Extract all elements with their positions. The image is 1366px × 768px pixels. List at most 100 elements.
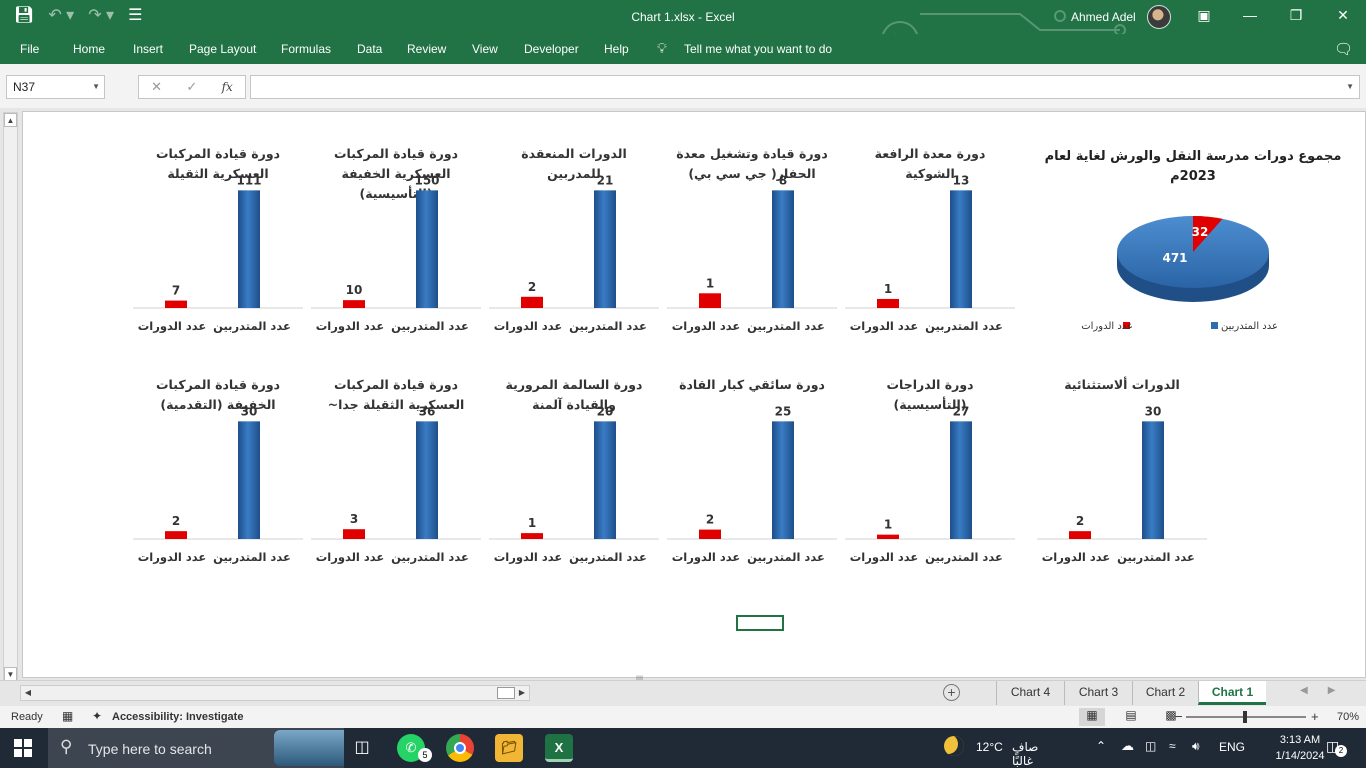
bar-trainees	[594, 190, 616, 308]
tab-data[interactable]: Data	[357, 42, 382, 56]
lightbulb-icon[interactable]: 💡︎	[657, 40, 667, 57]
wifi-icon[interactable]: ≈	[1169, 739, 1176, 753]
formula-input[interactable]: ▼	[250, 75, 1360, 99]
charts-canvas[interactable]: مجموع دورات مدرسة النقل والورش لغاية لعا…	[23, 112, 1366, 679]
zoom-knob[interactable]	[1243, 711, 1247, 723]
scroll-left-icon[interactable]: ◀	[21, 686, 35, 700]
comments-icon[interactable]: 🗨︎	[1334, 40, 1353, 58]
pie-data-label: 32	[1192, 225, 1209, 239]
zoom-in-icon[interactable]: +	[1311, 709, 1319, 724]
cancel-icon[interactable]: ✕	[151, 79, 162, 95]
notifications-icon[interactable]: ◫ 2	[1326, 738, 1347, 757]
weather-text[interactable]: صافٍ غالبًا	[1012, 740, 1038, 768]
tell-me-search[interactable]: Tell me what you want to do	[684, 42, 832, 56]
bar-courses	[343, 300, 365, 308]
bar-data-label: 150	[414, 173, 439, 187]
bar-chart-title: دورة قيادة المركبات	[334, 377, 458, 392]
macro-recording-icon[interactable]: ▦	[62, 709, 73, 723]
bar-data-label: 30	[241, 404, 258, 418]
customize-icon[interactable]: ☰	[128, 6, 142, 26]
chevron-up-icon[interactable]: ⌃	[1096, 739, 1106, 753]
search-placeholder: Type here to search	[88, 741, 212, 757]
scroll-down-icon[interactable]: ▼	[4, 667, 17, 681]
previous-sheet-icon[interactable]: ◀	[1300, 685, 1308, 696]
add-sheet-button[interactable]: +	[943, 684, 960, 701]
bar-trainees	[238, 190, 260, 308]
accessibility-status[interactable]: Accessibility: Investigate	[112, 711, 243, 723]
scroll-thumb[interactable]	[497, 687, 515, 699]
cloud-icon[interactable]: ☁	[1121, 738, 1134, 754]
legend-label-courses: عدد الدورات	[1081, 321, 1133, 332]
tab-file[interactable]: File	[20, 42, 39, 56]
formula-bar: N37 ▼ ✕ ✓ fx ▼	[0, 64, 1366, 108]
chart-area[interactable]: مجموع دورات مدرسة النقل والورش لغاية لعا…	[22, 111, 1366, 678]
search-highlight-image[interactable]	[274, 730, 344, 766]
volume-icon[interactable]: 🔊︎	[1192, 739, 1200, 754]
chevron-down-icon[interactable]: ▼	[92, 76, 100, 98]
bar-category-label: عدد المتدربين	[747, 550, 825, 564]
tab-formulas[interactable]: Formulas	[281, 42, 331, 56]
name-box[interactable]: N37 ▼	[6, 75, 105, 99]
battery-icon[interactable]: ◫	[1145, 739, 1156, 753]
expand-formula-icon[interactable]: ▼	[1346, 82, 1354, 91]
chrome-icon[interactable]	[446, 734, 474, 762]
sheet-tab-chart-3[interactable]: Chart 3	[1064, 681, 1132, 705]
bar-data-label: 25	[775, 404, 792, 418]
pie-chart-title: 2023م	[1170, 169, 1216, 184]
bar-chart-title: العسكرية الثقيلة جدا~	[328, 397, 465, 412]
bar-chart-title: دورة قيادة المركبات	[334, 146, 458, 161]
save-icon[interactable]: 💾︎	[14, 6, 34, 26]
normal-view-icon[interactable]: ▦	[1079, 708, 1105, 726]
tab-help[interactable]: Help	[604, 42, 629, 56]
bar-data-label: 8	[779, 173, 787, 187]
enter-icon[interactable]: ✓	[186, 79, 197, 95]
page-layout-view-icon[interactable]: ▤	[1118, 708, 1144, 726]
accessibility-icon[interactable]: ✦	[92, 709, 102, 723]
weather-moon-icon[interactable]	[944, 736, 964, 756]
next-sheet-icon[interactable]: ▶	[1328, 685, 1336, 696]
bar-trainees	[594, 421, 616, 539]
bar-data-label: 2	[706, 513, 714, 527]
whatsapp-badge: 5	[418, 748, 432, 762]
tab-review[interactable]: Review	[407, 42, 446, 56]
scroll-right-icon[interactable]: ▶	[515, 686, 529, 700]
task-view-icon[interactable]: ◫	[348, 734, 376, 762]
language-indicator[interactable]: ENG	[1219, 740, 1245, 754]
bar-data-label: 1	[528, 516, 536, 530]
maximize-icon[interactable]: ❐	[1286, 7, 1306, 24]
vertical-scrollbar[interactable]: ▲ ▼	[3, 112, 18, 682]
tab-page-layout[interactable]: Page Layout	[189, 42, 256, 56]
sheet-tab-chart-2[interactable]: Chart 2	[1132, 681, 1198, 705]
horizontal-scrollbar[interactable]: ◀ ▶	[20, 685, 530, 701]
windows-start-icon[interactable]	[14, 739, 32, 757]
sheet-tab-chart-4[interactable]: Chart 4	[996, 681, 1064, 705]
zoom-out-icon[interactable]: −	[1175, 709, 1183, 724]
bar-chart-title: دورة قيادة المركبات	[156, 377, 280, 392]
tab-insert[interactable]: Insert	[133, 42, 163, 56]
excel-icon[interactable]: X	[545, 734, 573, 762]
zoom-slider[interactable]	[1186, 711, 1306, 723]
bar-category-label: عدد المتدربين	[391, 319, 469, 333]
user-name[interactable]: Ahmed Adel	[1071, 10, 1136, 24]
scroll-up-icon[interactable]: ▲	[4, 113, 17, 127]
sheet-tab-chart-1[interactable]: Chart 1	[1198, 681, 1266, 705]
bar-category-label: عدد المتدربين	[391, 550, 469, 564]
taskbar-search[interactable]: ⚲ Type here to search	[48, 728, 344, 768]
document-title: Chart 1.xlsx - Excel	[631, 10, 735, 24]
redo-icon[interactable]: ↷ ▾	[88, 6, 114, 26]
active-cell[interactable]	[736, 615, 784, 631]
tab-home[interactable]: Home	[73, 42, 105, 56]
avatar[interactable]	[1147, 5, 1171, 29]
clock[interactable]: 3:13 AM 1/14/2024	[1270, 732, 1330, 764]
file-explorer-icon[interactable]: 📁︎	[495, 734, 523, 762]
temperature[interactable]: 12°C	[976, 740, 1003, 754]
insert-function-icon[interactable]: fx	[222, 80, 233, 94]
minimize-icon[interactable]: —	[1240, 7, 1260, 23]
tab-view[interactable]: View	[472, 42, 498, 56]
bar-category-label: عدد الدورات	[494, 319, 563, 334]
close-icon[interactable]: ✕	[1333, 7, 1353, 24]
tab-developer[interactable]: Developer	[524, 42, 579, 56]
undo-icon[interactable]: ↶ ▾	[48, 6, 74, 26]
ribbon-display-icon[interactable]: ▣	[1194, 7, 1214, 24]
zoom-level[interactable]: 70%	[1337, 711, 1359, 723]
